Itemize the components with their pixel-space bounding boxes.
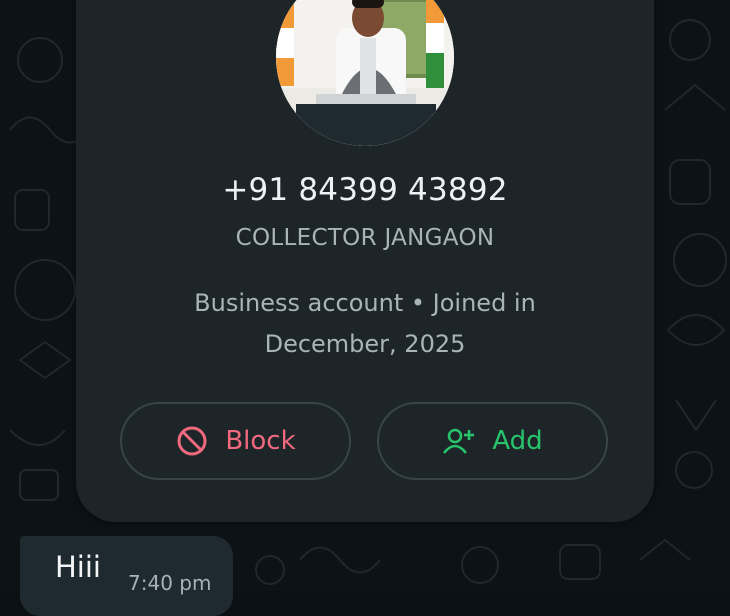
account-info-line-1: Business account • Joined in <box>194 289 536 317</box>
block-icon <box>175 424 209 458</box>
block-button-label: Block <box>225 426 296 456</box>
block-button[interactable]: Block <box>120 402 351 480</box>
add-contact-button[interactable]: Add <box>377 402 608 480</box>
add-button-label: Add <box>492 426 543 456</box>
account-info-line-2: December, 2025 <box>264 330 466 358</box>
account-info: Business account • Joined in December, 2… <box>150 283 580 365</box>
incoming-message-bubble[interactable]: Hiii 7:40 pm <box>20 536 233 616</box>
add-person-icon <box>442 424 476 458</box>
contact-phone-number: +91 84399 43892 <box>222 172 508 208</box>
message-text: Hiii <box>55 550 101 584</box>
message-timestamp: 7:40 pm <box>128 571 212 595</box>
contact-business-name: COLLECTOR JANGAON <box>235 225 495 251</box>
